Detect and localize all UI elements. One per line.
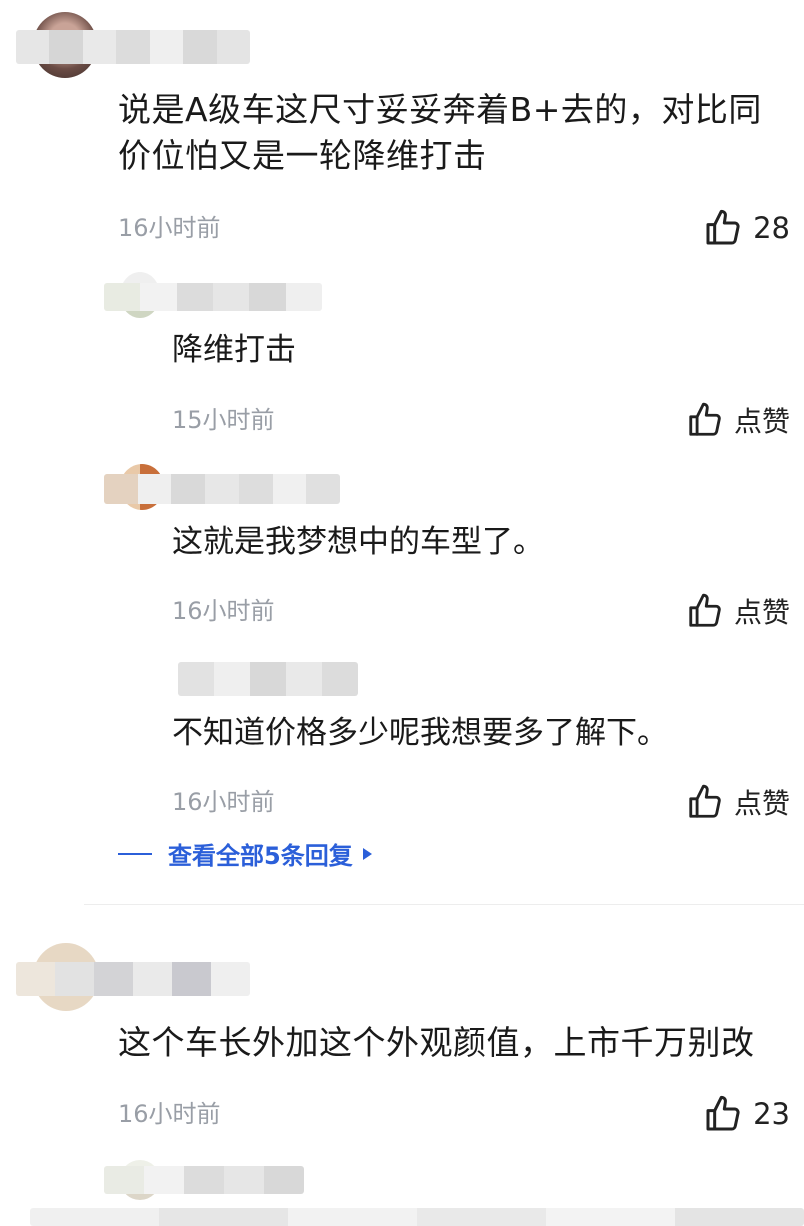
like-label: 点赞	[733, 596, 790, 629]
view-all-replies-link[interactable]: 查看全部5条回复	[118, 836, 372, 871]
comment-timestamp: 16小时前	[118, 1100, 221, 1128]
reply-timestamp: 16小时前	[172, 788, 275, 816]
reply-text: 降维打击	[172, 332, 296, 368]
reply-username-redacted[interactable]	[178, 662, 358, 696]
thumbs-up-icon	[706, 1095, 740, 1131]
view-all-replies-label: 查看全部5条回复	[168, 842, 353, 870]
like-count: 28	[753, 211, 790, 245]
comment-text: 说是A级车这尺寸妥妥奔着B+去的，对比同 价位怕又是一轮降维打击	[118, 90, 762, 175]
reply-text-redacted	[30, 1208, 804, 1226]
reply-timestamp: 16小时前	[172, 597, 275, 625]
reply-text: 不知道价格多少呢我想要多了解下。	[172, 715, 668, 751]
link-dash	[118, 852, 152, 855]
like-label: 点赞	[733, 405, 790, 438]
comment-divider	[84, 904, 804, 905]
like-button[interactable]: 28	[703, 208, 790, 248]
reply-username-redacted[interactable]	[104, 1166, 304, 1194]
thumbs-up-icon	[689, 593, 721, 627]
thumbs-up-icon	[706, 209, 740, 245]
like-label: 点赞	[733, 787, 790, 820]
like-button[interactable]: 23	[703, 1094, 790, 1134]
comment-text: 这个车长外加这个外观颜值，上市千万别改	[118, 1023, 755, 1062]
thumbs-up-icon	[689, 402, 721, 436]
commenter-username-redacted[interactable]	[16, 962, 250, 996]
reply-text: 这就是我梦想中的车型了。	[172, 524, 544, 560]
reply-like-button[interactable]: 点赞	[686, 591, 790, 631]
reply-like-button[interactable]: 点赞	[686, 782, 790, 822]
comment-timestamp: 16小时前	[118, 214, 221, 242]
reply-username-redacted[interactable]	[104, 283, 322, 311]
like-count: 23	[753, 1097, 790, 1131]
reply-timestamp: 15小时前	[172, 406, 275, 434]
reply-like-button[interactable]: 点赞	[686, 400, 790, 440]
reply-username-redacted[interactable]	[104, 474, 340, 504]
thumbs-up-icon	[689, 784, 721, 818]
triangle-right-icon	[362, 847, 372, 860]
commenter-username-redacted[interactable]	[16, 30, 250, 64]
